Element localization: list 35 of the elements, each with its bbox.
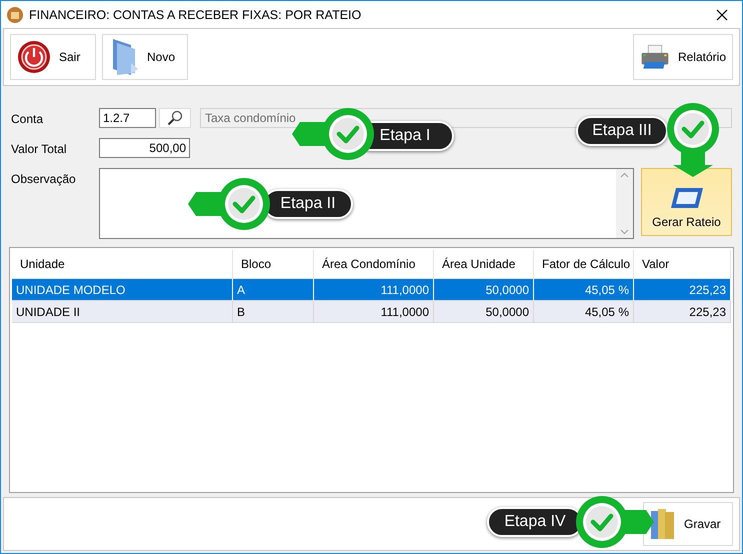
table-row[interactable]: UNIDADE II B 111,0000 50,0000 45,05 % 225,23 bbox=[12, 301, 731, 323]
table-cell: 50,0000 bbox=[434, 279, 534, 301]
table-cell: 225,23 bbox=[634, 279, 731, 301]
table-cell: 45,05 % bbox=[534, 301, 634, 323]
field-label: Conta bbox=[11, 111, 44, 126]
step-tooltip: Etapa III bbox=[576, 116, 668, 146]
window-title: FINANCEIRO: CONTAS A RECEBER FIXAS: POR RATEIO bbox=[29, 8, 362, 22]
chevron-down-icon bbox=[620, 229, 629, 235]
toolbar-button[interactable]: Sair bbox=[10, 34, 96, 80]
field-label: Valor Total bbox=[11, 141, 68, 156]
account-code-field[interactable]: 1.2.7 bbox=[99, 108, 156, 128]
table-cell: UNIDADE MODELO bbox=[12, 279, 233, 301]
search-button[interactable] bbox=[159, 108, 191, 128]
table-cell: 111,0000 bbox=[314, 301, 434, 323]
chevron-up-icon bbox=[620, 172, 629, 178]
generate-button[interactable]: Gerar Rateio bbox=[641, 168, 732, 236]
table-cell: 50,0000 bbox=[434, 301, 534, 323]
toolbar-button[interactable]: Relatório bbox=[633, 34, 733, 80]
table-cell: 111,0000 bbox=[314, 279, 434, 301]
save-button[interactable]: Gravar bbox=[643, 502, 733, 546]
table-row[interactable]: UNIDADE MODELO A 111,0000 50,0000 45,05 % 225,23 bbox=[12, 279, 731, 301]
table-cell: A bbox=[233, 279, 314, 301]
close-icon bbox=[716, 8, 728, 20]
window-icon bbox=[670, 187, 704, 209]
table-cell: 45,05 % bbox=[534, 279, 634, 301]
table-cell: UNIDADE II bbox=[12, 301, 233, 323]
search-icon bbox=[167, 110, 183, 126]
app-logo-icon bbox=[7, 6, 23, 22]
field-label: Observação bbox=[11, 171, 77, 186]
power-icon bbox=[17, 40, 51, 74]
total-value-field[interactable]: 500,00 bbox=[99, 138, 190, 158]
table-cell: B bbox=[233, 301, 314, 323]
table-cell: 225,23 bbox=[634, 301, 731, 323]
binder-icon bbox=[650, 507, 676, 541]
toolbar-button[interactable]: Novo bbox=[102, 34, 188, 80]
